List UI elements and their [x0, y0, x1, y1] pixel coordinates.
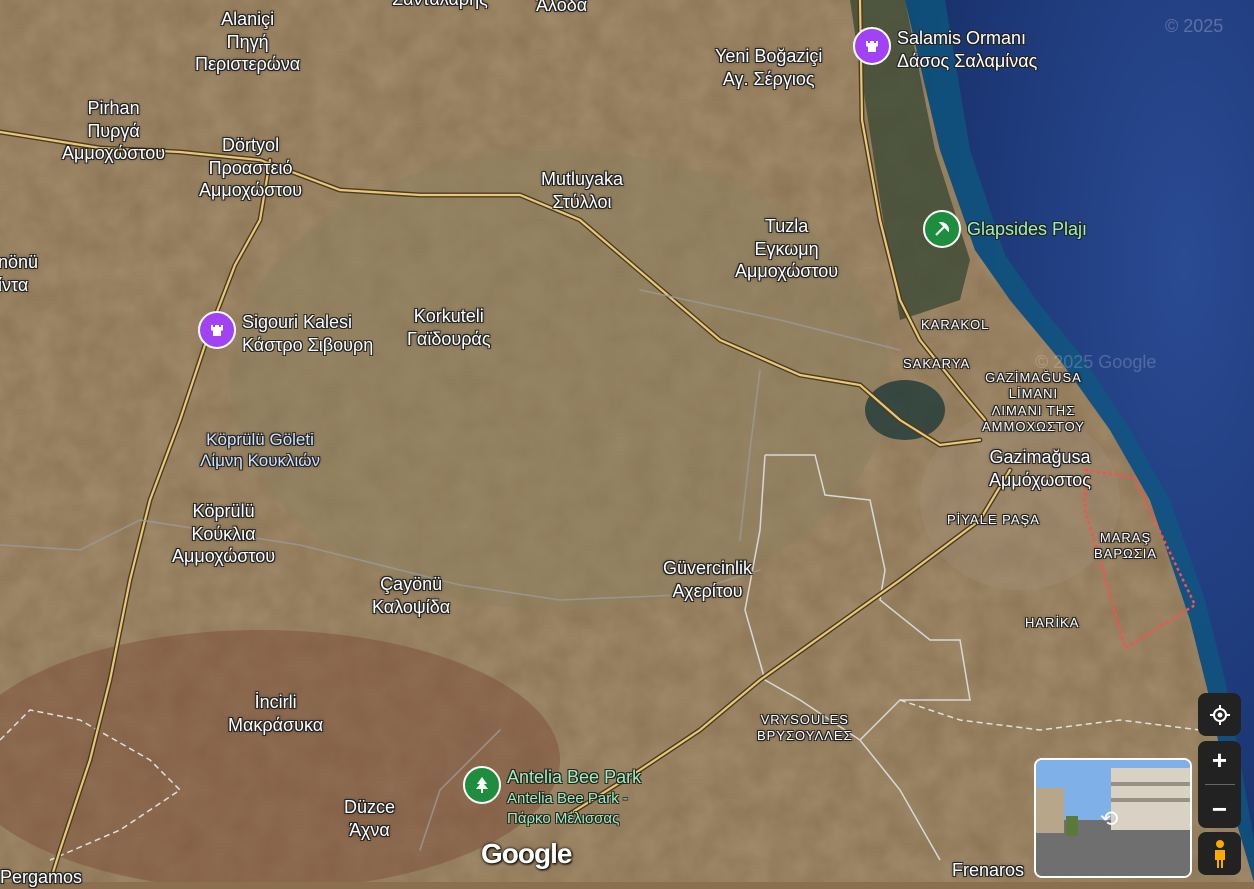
poi-sigouri-sub: Κάστρο Σιβουρη [242, 335, 374, 356]
pegman-icon [1214, 839, 1225, 868]
district-label-port: GAZİMAĞUSA LİMANI ΛΙΜΑΝΙ ΤΗΣ ΑΜΜΟΧΩΣΤΟΥ [982, 370, 1085, 434]
place-label-guvercinlik: Güvercinlik Αχερίτου [663, 558, 753, 601]
poi-antelia-sub: Antelia Bee Park - [507, 790, 628, 808]
zoom-in-button[interactable]: + [1212, 747, 1227, 773]
place-label-incirli: İncirli Μακράσυκα [228, 692, 324, 735]
tree-icon [463, 766, 501, 804]
poi-glapsides-name: Glapsides Plajı [967, 219, 1088, 239]
place-label-alanici: Alaniçi Πηγή Περιστερώνα [195, 9, 301, 74]
city-area [920, 410, 1120, 590]
poi-glapsides[interactable]: Glapsides Plajı [923, 210, 1087, 248]
rotate-360-icon: ⟲ [1100, 806, 1119, 831]
beach-icon [923, 210, 961, 248]
satellite-map[interactable] [0, 0, 1254, 882]
district-label-sakarya: SAKARYA [903, 356, 971, 371]
place-label-frenaros: Frenaros [952, 860, 1025, 880]
place-label-korkuteli: Korkuteli Γαϊδουράς [407, 306, 491, 349]
zoom-controls: + − [1198, 741, 1241, 828]
district-label-karakol: KARAKOL [921, 317, 990, 332]
poi-antelia-name: Antelia Bee Park [507, 767, 642, 787]
zoom-divider [1204, 783, 1235, 785]
place-label-pergamos: Pergamos [0, 867, 83, 887]
district-label-harika: HARİKA [1025, 615, 1080, 630]
poi-salamis[interactable]: Salamis Ormanı Δάσος Σαλαμίνας [853, 27, 1037, 74]
place-label-yeni-bogazici: Yeni Boğaziçi Αγ. Σέργιος [715, 46, 823, 89]
copyright-watermark-mid: © 2025 Google [1035, 352, 1157, 372]
poi-antelia-sub2: Πάρκο Μέλισσας [507, 809, 620, 827]
place-label-inonu: nönü ίντα [0, 252, 39, 295]
pegman-button[interactable] [1198, 832, 1241, 875]
castle-icon [198, 311, 236, 349]
lake-label-koprulu-goleti: Köprülü Göleti Λίμνη Κουκλιών [200, 430, 321, 471]
poi-sigouri[interactable]: Sigouri Kalesi Κάστρο Σιβουρη [198, 311, 373, 358]
place-label-santalaris: Σανταλάρης [392, 0, 488, 11]
place-label-gazimagusa: Gazimağusa Αμμόχωστος [989, 447, 1091, 490]
poi-sigouri-name: Sigouri Kalesi [242, 312, 353, 332]
place-label-duzce: Düzce Άχνα [344, 797, 396, 840]
google-logo: Google [481, 838, 572, 869]
place-label-aloda: Άλοδα [536, 0, 588, 15]
my-location-button[interactable] [1198, 693, 1241, 736]
place-label-pirhan: Pirhan Πυργά Αμμοχώστου [62, 98, 166, 163]
district-label-piyale-pasa: PİYALE PAŞA [947, 512, 1040, 527]
place-label-koprulu: Köprülü Κούκλια Αμμοχώστου [172, 501, 276, 566]
my-location-icon [1209, 704, 1230, 725]
castle-icon [853, 27, 891, 65]
district-label-maras: MARAŞ ΒΑΡΩΣΙΑ [1094, 530, 1158, 562]
place-label-cayonu: Çayönü Καλοψίδα [372, 574, 451, 617]
district-label-vrysoules: VRYSOULES ΒΡΥΣΟΥΛΛΕΣ [757, 712, 853, 744]
poi-antelia[interactable]: Antelia Bee Park Antelia Bee Park - Πάρκο … [463, 766, 641, 828]
place-label-tuzla: Tuzla Εγκωμη Αμμοχώστου [735, 216, 839, 281]
poi-salamis-name: Salamis Ormanı [897, 28, 1027, 48]
place-label-mutluyaka: Mutluyaka Στύλλοι [541, 169, 624, 212]
copyright-watermark-top: © 2025 [1165, 16, 1224, 36]
poi-salamis-sub: Δάσος Σαλαμίνας [897, 51, 1038, 72]
street-view-thumbnail[interactable]: ⟲ [1034, 758, 1192, 878]
salt-lake [865, 380, 945, 440]
place-label-dortyol: Dörtyol Προαστειό Αμμοχώστου [199, 135, 303, 200]
zoom-out-button[interactable]: − [1212, 796, 1227, 822]
